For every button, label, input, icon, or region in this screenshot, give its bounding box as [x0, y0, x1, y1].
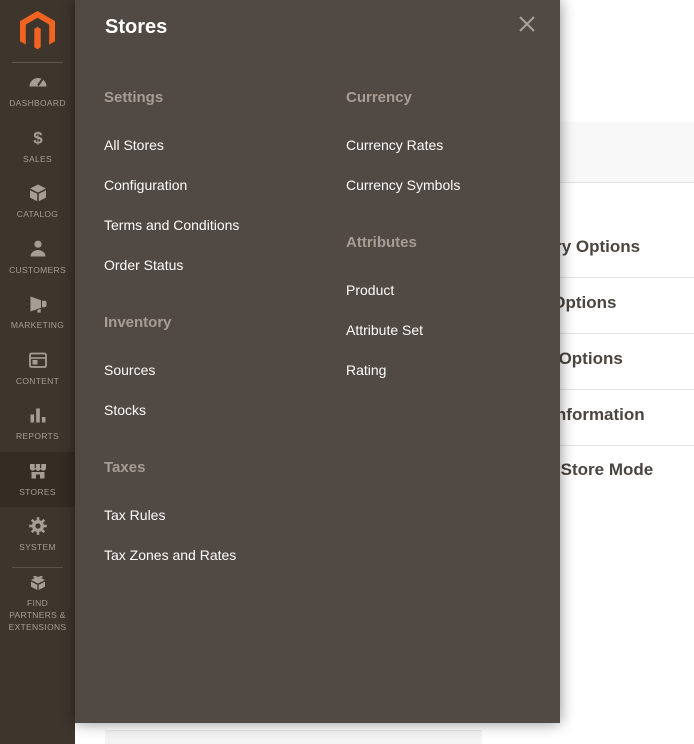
content-icon	[28, 350, 48, 370]
flyout-column-1: Settings All Stores Configuration Terms …	[104, 89, 346, 604]
magento-logo-icon	[20, 11, 55, 52]
close-icon[interactable]	[518, 15, 536, 33]
flyout-header: Stores	[75, 0, 560, 39]
reports-icon	[28, 405, 48, 425]
sidebar-item-label: DASHBOARD	[9, 97, 66, 109]
stores-flyout-menu: Stores Settings All Stores Configuration…	[75, 0, 560, 723]
section-title: Taxes	[104, 459, 346, 477]
extensions-icon	[28, 572, 48, 592]
sales-icon: $	[28, 128, 48, 148]
menu-section-taxes: Taxes Tax Rules Tax Zones and Rates	[104, 459, 346, 564]
menu-section-settings: Settings All Stores Configuration Terms …	[104, 89, 346, 274]
menu-item-terms-and-conditions[interactable]: Terms and Conditions	[104, 217, 346, 234]
flyout-columns: Settings All Stores Configuration Terms …	[75, 39, 560, 604]
system-icon	[28, 516, 48, 536]
page-bottom-panel	[105, 730, 482, 744]
menu-item-configuration[interactable]: Configuration	[104, 177, 346, 194]
sidebar-item-label: STORES	[19, 486, 56, 498]
menu-item-currency-rates[interactable]: Currency Rates	[346, 137, 560, 154]
sidebar-item-label: REPORTS	[16, 430, 59, 442]
sidebar-item-dashboard[interactable]: DASHBOARD	[0, 63, 75, 119]
menu-section-inventory: Inventory Sources Stocks	[104, 314, 346, 419]
menu-section-currency: Currency Currency Rates Currency Symbols	[346, 89, 560, 194]
svg-text:$: $	[33, 128, 43, 147]
menu-item-stocks[interactable]: Stocks	[104, 402, 346, 419]
menu-item-sources[interactable]: Sources	[104, 362, 346, 379]
flyout-title: Stores	[105, 15, 536, 39]
sidebar-item-label: FIND PARTNERS & EXTENSIONS	[5, 597, 71, 634]
sidebar-item-stores[interactable]: STORES	[0, 452, 75, 508]
sidebar-item-system[interactable]: SYSTEM	[0, 507, 75, 563]
sidebar-item-reports[interactable]: REPORTS	[0, 396, 75, 452]
sidebar-item-label: CONTENT	[16, 375, 59, 387]
sidebar-item-label: MARKETING	[11, 319, 64, 331]
menu-item-product[interactable]: Product	[346, 282, 560, 299]
section-title: Currency	[346, 89, 560, 107]
sidebar-item-label: SYSTEM	[19, 541, 56, 553]
menu-item-tax-zones-and-rates[interactable]: Tax Zones and Rates	[104, 547, 346, 564]
sidebar-item-sales[interactable]: $ SALES	[0, 119, 75, 175]
sidebar-divider	[12, 567, 63, 568]
menu-item-all-stores[interactable]: All Stores	[104, 137, 346, 154]
menu-item-order-status[interactable]: Order Status	[104, 257, 346, 274]
sidebar-item-marketing[interactable]: MARKETING	[0, 285, 75, 341]
magento-logo[interactable]	[0, 0, 75, 63]
flyout-column-2: Currency Currency Rates Currency Symbols…	[346, 89, 560, 604]
section-title: Attributes	[346, 234, 560, 252]
sidebar-item-label: CUSTOMERS	[9, 264, 66, 276]
catalog-icon	[28, 183, 48, 203]
menu-item-tax-rules[interactable]: Tax Rules	[104, 507, 346, 524]
marketing-icon	[28, 294, 48, 314]
sidebar-item-customers[interactable]: CUSTOMERS	[0, 230, 75, 286]
customers-icon	[28, 239, 48, 259]
sidebar-item-label: SALES	[23, 153, 52, 165]
section-title: Settings	[104, 89, 346, 107]
sidebar-item-catalog[interactable]: CATALOG	[0, 174, 75, 230]
menu-item-currency-symbols[interactable]: Currency Symbols	[346, 177, 560, 194]
sidebar-item-label: CATALOG	[17, 208, 58, 220]
section-title: Inventory	[104, 314, 346, 332]
dashboard-icon	[28, 72, 48, 92]
menu-item-attribute-set[interactable]: Attribute Set	[346, 322, 560, 339]
menu-item-rating[interactable]: Rating	[346, 362, 560, 379]
sidebar-item-content[interactable]: CONTENT	[0, 341, 75, 397]
menu-section-attributes: Attributes Product Attribute Set Rating	[346, 234, 560, 379]
sidebar-item-find-partners-extensions[interactable]: FIND PARTNERS & EXTENSIONS	[0, 571, 75, 635]
admin-sidebar: DASHBOARD $ SALES CATALOG CUSTOMERS MARK…	[0, 0, 75, 744]
stores-icon	[28, 461, 48, 481]
